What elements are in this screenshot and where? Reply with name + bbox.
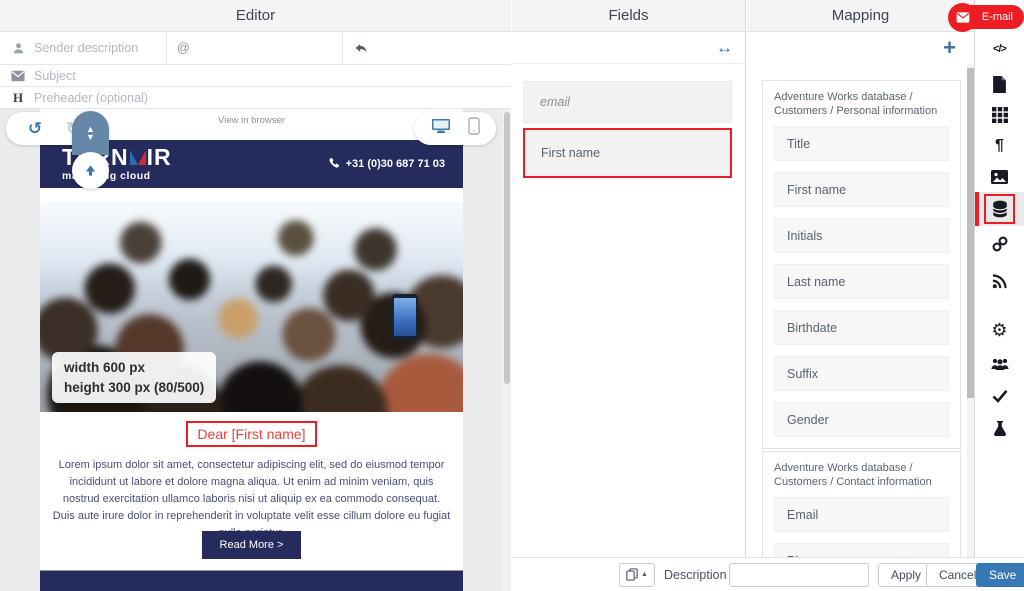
device-preview-toggle (414, 112, 496, 145)
editor-panel-title: Editor (0, 0, 511, 32)
email-channel-label: E-mail (981, 11, 1013, 23)
field-item-email[interactable]: email (523, 81, 732, 123)
mapping-panel-title: Mapping (747, 0, 974, 32)
heading-icon: H (12, 89, 24, 105)
phone-handset-icon (328, 157, 340, 172)
email-body-text[interactable]: Lorem ipsum dolor sit amet, consectetur … (52, 457, 451, 542)
sender-row: Sender description @ (0, 32, 511, 65)
link-icon[interactable] (975, 229, 1024, 259)
personalized-greeting[interactable]: Dear [First name] (186, 421, 317, 447)
mapping-item-last-name[interactable]: Last name (774, 264, 949, 299)
image-size-label: width 600 px height 300 px (80/500) (52, 352, 217, 404)
resize-horizontal-icon[interactable]: ↔ (716, 39, 733, 56)
undo-button[interactable]: ↺ (28, 119, 42, 139)
email-footer-block[interactable] (40, 570, 463, 591)
image-icon[interactable] (975, 162, 1024, 192)
grid-icon[interactable] (975, 100, 1024, 130)
chevron-down-icon: ▼ (86, 132, 95, 142)
mapping-toolbar: + (747, 32, 974, 64)
mapping-item-initials[interactable]: Initials (774, 218, 949, 253)
sender-email-field[interactable]: @ (167, 32, 342, 64)
subject-field[interactable]: Subject (0, 65, 511, 86)
mobile-icon (467, 117, 480, 135)
preheader-placeholder: Preheader (optional) (34, 90, 148, 105)
move-block-up-button[interactable] (72, 152, 109, 189)
mapping-item-suffix[interactable]: Suffix (774, 356, 949, 391)
save-button[interactable]: Save (976, 562, 1024, 587)
mapping-group-header: Adventure Works database / Customers / C… (774, 462, 932, 488)
monitor-icon (431, 118, 450, 133)
mapping-item-email[interactable]: Email (774, 497, 949, 532)
header-phone: +31 (0)30 687 71 03 (328, 157, 445, 172)
check-icon[interactable] (975, 381, 1024, 411)
preheader-row: H Preheader (optional) (0, 87, 511, 109)
mapping-item-gender[interactable]: Gender (774, 402, 949, 437)
code-icon[interactable]: </> (975, 34, 1024, 64)
paragraph-icon[interactable]: ¶ (975, 131, 1024, 161)
reply-icon (353, 41, 369, 55)
bottom-action-bar: ▲ Description Apply Cancel Save (512, 557, 1024, 591)
content-type-sidebar: </> ¶ ⚙ (975, 0, 1024, 591)
mapping-group-header: Adventure Works database / Customers / P… (774, 91, 938, 117)
envelope-icon (10, 70, 26, 82)
fields-panel-title: Fields (512, 0, 745, 32)
active-item-red-border (984, 194, 1015, 224)
logo-triangle-icon (129, 150, 146, 165)
mapping-group-personal: Adventure Works database / Customers / P… (762, 80, 961, 449)
smartphone-in-crowd (392, 294, 418, 340)
subject-row: Subject (0, 65, 511, 87)
flask-icon[interactable] (975, 414, 1024, 444)
mapping-item-birthdate[interactable]: Birthdate (774, 310, 949, 345)
arrow-up-icon (85, 165, 96, 176)
users-icon[interactable] (975, 349, 1024, 379)
sender-description-placeholder: Sender description (34, 41, 139, 55)
file-icon[interactable] (975, 69, 1024, 99)
block-move-handle[interactable]: ▲ ▼ (72, 111, 109, 155)
mapping-item-first-name[interactable]: First name (774, 172, 949, 207)
reply-to-field[interactable] (343, 32, 511, 64)
field-item-first-name[interactable]: First name (523, 128, 732, 178)
caret-up-icon: ▲ (641, 571, 648, 578)
editor-panel: Editor Sender description @ Subject H Pr… (0, 0, 511, 591)
email-channel-button[interactable]: E-mail (948, 2, 1024, 32)
rss-icon[interactable] (975, 266, 1024, 296)
mapping-panel: Mapping + Adventure Works database / Cus… (747, 0, 975, 591)
gear-icon[interactable]: ⚙ (975, 315, 1024, 345)
person-icon (10, 42, 26, 55)
envelope-icon (948, 3, 977, 32)
mapping-scrollbar[interactable] (967, 64, 974, 558)
fields-toolbar: ↔ (512, 32, 745, 64)
copy-dropdown-button[interactable]: ▲ (619, 562, 655, 587)
preheader-field[interactable]: H Preheader (optional) (0, 87, 511, 108)
desktop-preview-button[interactable] (431, 118, 451, 140)
description-label: Description (664, 567, 727, 582)
at-icon: @ (177, 41, 190, 55)
add-mapping-icon[interactable]: + (943, 37, 956, 59)
editor-scrollbar[interactable] (503, 109, 511, 591)
sender-description-field[interactable]: Sender description (0, 32, 166, 64)
mobile-preview-button[interactable] (467, 117, 480, 140)
fields-panel: Fields ↔ email First name (512, 0, 746, 591)
description-input[interactable] (729, 562, 869, 587)
read-more-button[interactable]: Read More > (201, 531, 302, 559)
hero-crowd-image[interactable]: width 600 px height 300 px (80/500) (40, 202, 463, 412)
subject-placeholder: Subject (34, 68, 76, 83)
mapping-item-title[interactable]: Title (774, 126, 949, 161)
copy-icon (626, 568, 638, 581)
